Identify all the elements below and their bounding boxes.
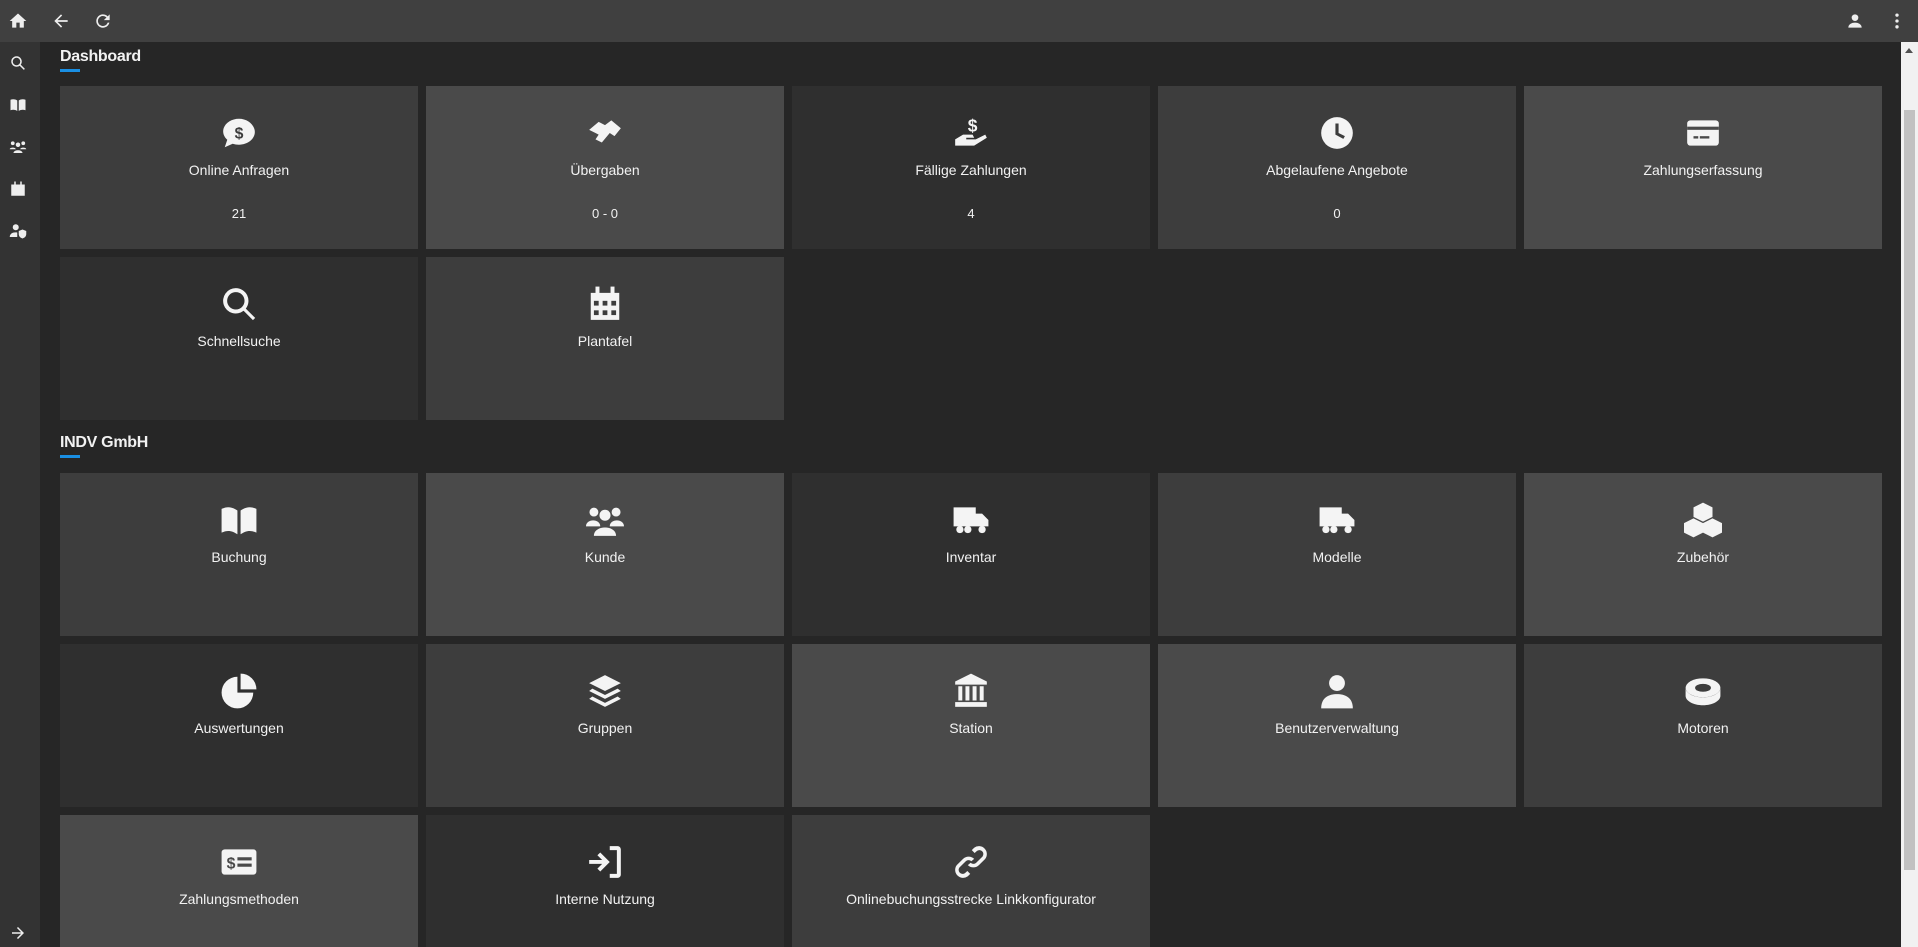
sidebar	[0, 42, 40, 947]
tile-fällige-zahlungen[interactable]: $ Fällige Zahlungen 4	[792, 86, 1150, 249]
calendar-icon	[426, 285, 784, 323]
tile-value: 21	[231, 206, 247, 221]
tile-label: Abgelaufene Angebote	[1266, 162, 1408, 178]
scrollbar-thumb[interactable]	[1904, 110, 1915, 870]
tile-benutzerverwaltung[interactable]: Benutzerverwaltung	[1158, 644, 1516, 807]
tile-abgelaufene-angebote[interactable]: Abgelaufene Angebote 0	[1158, 86, 1516, 249]
section-title-company: INDV GmbH	[60, 434, 148, 451]
section-underline	[60, 455, 80, 458]
tile-onlinebuchungsstrecke-linkkonfigurator[interactable]: Onlinebuchungsstrecke Linkkonfigurator	[792, 815, 1150, 947]
link-icon	[792, 843, 1150, 881]
tile-label: Übergaben	[570, 162, 640, 178]
tile-label: Zubehör	[1676, 549, 1730, 565]
tile-label: Interne Nutzung	[555, 891, 655, 907]
hand-dollar-icon: $	[792, 114, 1150, 152]
tile-label: Zahlungsmethoden	[179, 891, 299, 907]
tile-auswertungen[interactable]: Auswertungen	[60, 644, 418, 807]
credit-card-icon	[1524, 114, 1882, 152]
tile-label: Modelle	[1312, 549, 1362, 565]
tile-label: Motoren	[1677, 720, 1729, 736]
tile-plantafel[interactable]: Plantafel	[426, 257, 784, 420]
tile-label: Auswertungen	[194, 720, 284, 736]
tile-label: Station	[949, 720, 993, 736]
company-tiles: Buchung Kunde Inventar Modelle Zubehör Auswer…	[60, 473, 1882, 947]
home-icon[interactable]	[8, 11, 28, 31]
tire-icon	[1524, 672, 1882, 710]
svg-text:$: $	[235, 126, 244, 143]
expand-arrow-icon[interactable]	[9, 924, 29, 944]
tile-buchung[interactable]: Buchung	[60, 473, 418, 636]
top-bar	[0, 0, 1918, 42]
more-vertical-icon[interactable]	[1887, 11, 1907, 31]
tile-kunde[interactable]: Kunde	[426, 473, 784, 636]
comment-dollar-icon: $	[60, 114, 418, 152]
calendar-icon[interactable]	[9, 180, 29, 200]
tile-station[interactable]: Station	[792, 644, 1150, 807]
svg-text:$: $	[227, 855, 236, 872]
tile-value: 0 - 0	[591, 206, 618, 221]
tile-modelle[interactable]: Modelle	[1158, 473, 1516, 636]
tile-schnellsuche[interactable]: Schnellsuche	[60, 257, 418, 420]
reload-icon[interactable]	[93, 11, 113, 31]
tile-gruppen[interactable]: Gruppen	[426, 644, 784, 807]
handshake-icon	[426, 114, 784, 152]
tile-online-anfragen[interactable]: $ Online Anfragen 21	[60, 86, 418, 249]
tile-inventar[interactable]: Inventar	[792, 473, 1150, 636]
users-icon	[426, 501, 784, 539]
scroll-up-arrow-icon[interactable]	[1905, 48, 1913, 53]
tile-label: Benutzerverwaltung	[1275, 720, 1399, 736]
tile-übergaben[interactable]: Übergaben 0 - 0	[426, 86, 784, 249]
truck-icon	[1158, 501, 1516, 539]
bank-icon	[792, 672, 1150, 710]
tile-label: Onlinebuchungsstrecke Linkkonfigurator	[846, 891, 1096, 907]
tile-zahlungserfassung[interactable]: Zahlungserfassung	[1524, 86, 1882, 249]
tile-label: Plantafel	[577, 333, 633, 349]
main-content: Dashboard $ Online Anfragen 21 Übergaben 0 -…	[40, 42, 1901, 947]
users-icon[interactable]	[9, 138, 29, 158]
tile-motoren[interactable]: Motoren	[1524, 644, 1882, 807]
tile-label: Schnellsuche	[197, 333, 281, 349]
section-underline	[60, 69, 80, 72]
back-arrow-icon[interactable]	[51, 11, 71, 31]
section-title-dashboard: Dashboard	[60, 48, 141, 65]
tile-label: Buchung	[211, 549, 267, 565]
search-icon[interactable]	[9, 54, 29, 74]
sign-in-icon	[426, 843, 784, 881]
clock-icon	[1158, 114, 1516, 152]
truck-icon	[792, 501, 1150, 539]
tile-label: Gruppen	[577, 720, 633, 736]
layers-icon	[426, 672, 784, 710]
tile-zubehör[interactable]: Zubehör	[1524, 473, 1882, 636]
tile-label: Zahlungserfassung	[1643, 162, 1763, 178]
scrollbar[interactable]	[1901, 42, 1918, 947]
tile-label: Fällige Zahlungen	[915, 162, 1027, 178]
tile-value: 0	[1333, 206, 1341, 221]
svg-text:$: $	[968, 115, 978, 135]
money-list-icon: $	[60, 843, 418, 881]
search-icon	[60, 285, 418, 323]
book-icon[interactable]	[9, 96, 29, 116]
tile-interne-nutzung[interactable]: Interne Nutzung	[426, 815, 784, 947]
tile-label: Inventar	[945, 549, 997, 565]
user-icon	[1158, 672, 1516, 710]
tile-value: 4	[967, 206, 975, 221]
dashboard-tiles: $ Online Anfragen 21 Übergaben 0 - 0 $ Fällige…	[60, 86, 1882, 420]
tile-zahlungsmethoden[interactable]: $ Zahlungsmethoden	[60, 815, 418, 947]
tile-label: Kunde	[584, 549, 626, 565]
user-icon[interactable]	[1845, 11, 1865, 31]
pie-chart-icon	[60, 672, 418, 710]
user-shield-icon[interactable]	[9, 222, 29, 242]
cubes-icon	[1524, 501, 1882, 539]
tile-label: Online Anfragen	[188, 162, 290, 178]
book-icon	[60, 501, 418, 539]
